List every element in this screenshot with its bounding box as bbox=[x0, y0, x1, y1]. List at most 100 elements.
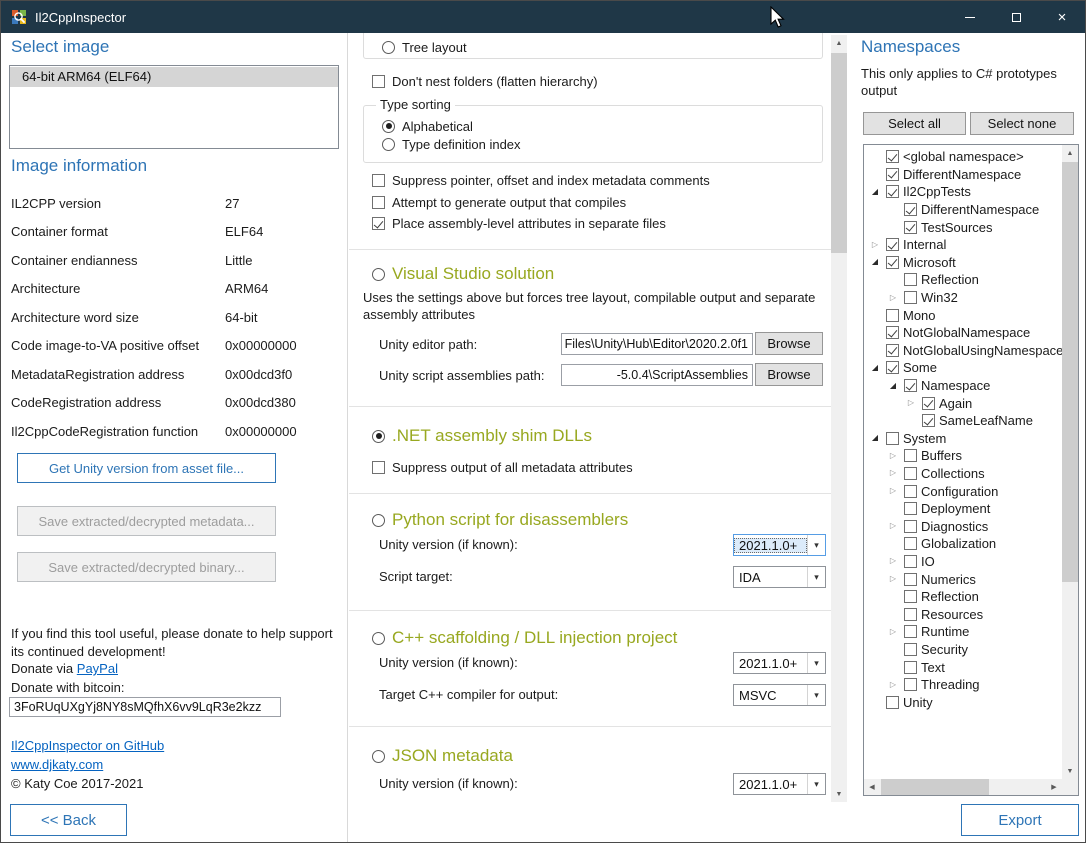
namespace-tree-item[interactable]: DifferentNamespace bbox=[865, 166, 1062, 184]
namespace-checkbox[interactable] bbox=[886, 361, 899, 374]
unity-version-combo[interactable]: 2021.1.0+ ▾ bbox=[733, 773, 826, 795]
namespace-checkbox[interactable] bbox=[904, 678, 917, 691]
namespace-checkbox[interactable] bbox=[904, 502, 917, 515]
namespace-checkbox[interactable] bbox=[904, 573, 917, 586]
scroll-up-icon[interactable]: ▲ bbox=[831, 35, 847, 51]
suppress-metadata-attributes-option[interactable]: Suppress output of all metadata attribut… bbox=[372, 458, 633, 476]
namespace-tree-item[interactable]: Mono bbox=[865, 306, 1062, 324]
expand-icon[interactable]: ▷ bbox=[886, 294, 900, 302]
expand-icon[interactable]: ▷ bbox=[886, 487, 900, 495]
namespace-checkbox[interactable] bbox=[886, 432, 899, 445]
checkbox[interactable] bbox=[372, 196, 385, 209]
namespace-checkbox[interactable] bbox=[904, 537, 917, 550]
collapse-icon[interactable]: ◢ bbox=[868, 258, 882, 266]
namespace-tree-item[interactable]: ▷IO bbox=[865, 553, 1062, 571]
namespace-tree-item[interactable]: ▷Runtime bbox=[865, 623, 1062, 641]
radio-button[interactable] bbox=[372, 514, 385, 527]
options-scrollbar[interactable]: ▲ ▼ bbox=[831, 35, 847, 802]
namespace-checkbox[interactable] bbox=[886, 168, 899, 181]
namespace-tree-item[interactable]: ▷Diagnostics bbox=[865, 517, 1062, 535]
namespace-tree-item[interactable]: ▷Collections bbox=[865, 465, 1062, 483]
checkbox[interactable] bbox=[372, 75, 385, 88]
namespace-checkbox[interactable] bbox=[904, 661, 917, 674]
namespace-checkbox[interactable] bbox=[904, 608, 917, 621]
expand-icon[interactable]: ▷ bbox=[904, 399, 918, 407]
chevron-down-icon[interactable]: ▾ bbox=[807, 567, 825, 587]
script-assemblies-path-field[interactable]: -5.0.4\ScriptAssemblies bbox=[561, 364, 753, 386]
browse-assemblies-path-button[interactable]: Browse bbox=[755, 363, 823, 386]
paypal-link[interactable]: PayPal bbox=[77, 661, 118, 676]
namespace-tree-item[interactable]: ▷Configuration bbox=[865, 482, 1062, 500]
namespace-tree-item[interactable]: ◢Microsoft bbox=[865, 254, 1062, 272]
namespace-checkbox[interactable] bbox=[904, 643, 917, 656]
namespace-tree-item[interactable]: ▷Internal bbox=[865, 236, 1062, 254]
namespace-checkbox[interactable] bbox=[922, 414, 935, 427]
cpp-scaffolding-option[interactable]: C++ scaffolding / DLL injection project bbox=[372, 627, 677, 649]
minimize-button[interactable] bbox=[947, 1, 993, 33]
type-sorting-option[interactable]: Alphabetical bbox=[382, 117, 521, 135]
unity-version-combo[interactable]: 2021.1.0+ ▾ bbox=[733, 534, 826, 556]
namespace-tree-item[interactable]: Resources bbox=[865, 605, 1062, 623]
namespace-tree-item[interactable]: ◢Some bbox=[865, 359, 1062, 377]
collapse-icon[interactable]: ◢ bbox=[886, 382, 900, 390]
type-sorting-option[interactable]: Type definition index bbox=[382, 135, 521, 153]
output-option[interactable]: Place assembly-level attributes in separ… bbox=[372, 213, 710, 235]
namespace-checkbox[interactable] bbox=[886, 238, 899, 251]
checkbox[interactable] bbox=[372, 174, 385, 187]
scrollbar-thumb[interactable] bbox=[1062, 162, 1078, 582]
expand-icon[interactable]: ▷ bbox=[886, 681, 900, 689]
namespace-tree-item[interactable]: DifferentNamespace bbox=[865, 201, 1062, 219]
namespace-checkbox[interactable] bbox=[904, 221, 917, 234]
namespace-checkbox[interactable] bbox=[904, 291, 917, 304]
namespace-checkbox[interactable] bbox=[904, 485, 917, 498]
shim-dlls-option[interactable]: .NET assembly shim DLLs bbox=[372, 425, 592, 447]
radio-button[interactable] bbox=[372, 268, 385, 281]
namespace-checkbox[interactable] bbox=[886, 256, 899, 269]
json-metadata-option[interactable]: JSON metadata bbox=[372, 745, 513, 767]
tree-layout-option[interactable]: Tree layout bbox=[382, 38, 467, 56]
chevron-down-icon[interactable]: ▾ bbox=[807, 685, 825, 705]
namespace-checkbox[interactable] bbox=[904, 379, 917, 392]
tree-horizontal-scrollbar[interactable]: ◀ ▶ bbox=[864, 779, 1062, 795]
scroll-left-icon[interactable]: ◀ bbox=[864, 779, 880, 795]
expand-icon[interactable]: ▷ bbox=[868, 241, 882, 249]
chevron-down-icon[interactable]: ▾ bbox=[807, 774, 825, 794]
namespace-tree-item[interactable]: ◢Namespace bbox=[865, 377, 1062, 395]
chevron-down-icon[interactable]: ▾ bbox=[807, 535, 825, 555]
radio-button[interactable] bbox=[382, 120, 395, 133]
image-listbox[interactable]: 64-bit ARM64 (ELF64) bbox=[9, 65, 339, 149]
namespace-tree-item[interactable]: ▷Threading bbox=[865, 676, 1062, 694]
namespace-checkbox[interactable] bbox=[904, 520, 917, 533]
namespace-checkbox[interactable] bbox=[904, 203, 917, 216]
scrollbar-thumb[interactable] bbox=[831, 53, 847, 253]
namespace-tree-item[interactable]: SameLeafName bbox=[865, 412, 1062, 430]
namespace-tree-item[interactable]: ◢Il2CppTests bbox=[865, 183, 1062, 201]
namespace-checkbox[interactable] bbox=[886, 150, 899, 163]
namespace-checkbox[interactable] bbox=[904, 449, 917, 462]
namespace-tree-item[interactable]: NotGlobalNamespace bbox=[865, 324, 1062, 342]
expand-icon[interactable]: ▷ bbox=[886, 522, 900, 530]
expand-icon[interactable]: ▷ bbox=[886, 557, 900, 565]
namespace-tree-item[interactable]: ▷Win32 bbox=[865, 289, 1062, 307]
namespace-checkbox[interactable] bbox=[886, 326, 899, 339]
expand-icon[interactable]: ▷ bbox=[886, 575, 900, 583]
scroll-down-icon[interactable]: ▼ bbox=[831, 786, 847, 802]
scroll-down-icon[interactable]: ▼ bbox=[1062, 763, 1078, 779]
github-link[interactable]: Il2CppInspector on GitHub bbox=[11, 738, 164, 753]
namespace-tree-item[interactable]: Text bbox=[865, 658, 1062, 676]
radio-button[interactable] bbox=[382, 138, 395, 151]
output-option[interactable]: Attempt to generate output that compiles bbox=[372, 192, 710, 214]
maximize-button[interactable] bbox=[993, 1, 1039, 33]
scrollbar-thumb[interactable] bbox=[881, 779, 989, 795]
namespace-checkbox[interactable] bbox=[904, 590, 917, 603]
namespace-checkbox[interactable] bbox=[886, 185, 899, 198]
namespace-checkbox[interactable] bbox=[886, 309, 899, 322]
namespace-tree-item[interactable]: Reflection bbox=[865, 271, 1062, 289]
export-button[interactable]: Export bbox=[961, 804, 1079, 836]
namespace-tree-item[interactable]: Reflection bbox=[865, 588, 1062, 606]
output-option[interactable]: Suppress pointer, offset and index metad… bbox=[372, 170, 710, 192]
script-target-combo[interactable]: IDA ▾ bbox=[733, 566, 826, 588]
checkbox[interactable] bbox=[372, 461, 385, 474]
scroll-up-icon[interactable]: ▲ bbox=[1062, 145, 1078, 161]
namespace-checkbox[interactable] bbox=[922, 397, 935, 410]
